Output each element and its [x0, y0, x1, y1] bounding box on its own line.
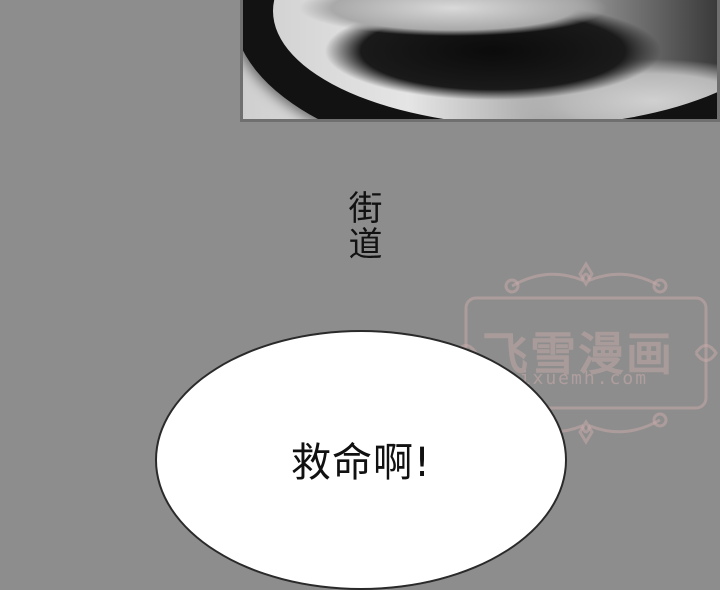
speech-bubble: 救命啊! [155, 330, 567, 590]
comic-panel-image [240, 0, 720, 122]
location-caption: 街道 [342, 190, 382, 262]
speech-bubble-text: 救命啊! [290, 440, 432, 486]
